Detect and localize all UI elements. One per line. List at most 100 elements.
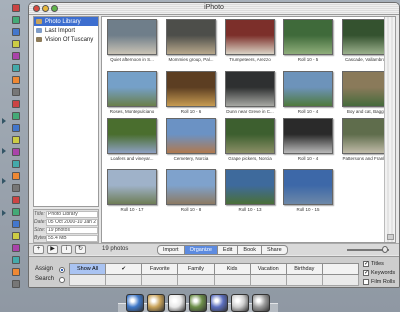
trash-icon[interactable] — [252, 294, 270, 312]
desktop-file-icon[interactable] — [12, 220, 20, 228]
vertical-scrollbar[interactable] — [384, 17, 395, 242]
keyword-button-blank[interactable] — [142, 275, 179, 286]
desktop-file-icon[interactable] — [12, 196, 20, 204]
keyword-button[interactable]: Birthday — [286, 263, 323, 275]
quicktime-icon[interactable] — [210, 294, 228, 312]
photo-image[interactable] — [107, 19, 157, 55]
zoom-slider-knob[interactable] — [382, 246, 388, 253]
photo-thumbnail[interactable]: Mommies group, Pal... — [166, 19, 216, 62]
photo-image[interactable] — [283, 118, 333, 154]
keyword-button[interactable]: Favorite — [142, 263, 179, 275]
keyword-button-blank[interactable] — [214, 275, 251, 286]
desktop-file-icon[interactable] — [12, 208, 20, 216]
desktop-file-icon[interactable] — [12, 112, 20, 120]
photo-image[interactable] — [166, 169, 216, 205]
photo-thumbnail[interactable]: Grape pickers, Norcia — [225, 118, 275, 161]
checkbox-keywords[interactable]: ✓ Keywords — [363, 268, 395, 277]
keyword-button-blank[interactable] — [322, 275, 359, 286]
photo-thumbnail[interactable]: Roll 10 - 6 — [166, 71, 216, 114]
disclosure-arrow-icon[interactable] — [2, 148, 6, 154]
keyword-button[interactable]: ✔ — [106, 263, 143, 275]
photo-thumbnail[interactable]: Trumpeteers, Arezzo — [225, 19, 275, 62]
slideshow-button[interactable]: ▶ — [47, 245, 58, 254]
keyword-button[interactable] — [322, 263, 359, 275]
photo-image[interactable] — [166, 118, 216, 154]
desktop-file-icon[interactable] — [12, 184, 20, 192]
photo-thumbnail[interactable]: Roll 10 - 4 — [283, 118, 333, 161]
add-album-button[interactable]: + — [33, 245, 44, 254]
desktop-file-icon[interactable] — [12, 28, 20, 36]
photo-image[interactable] — [225, 118, 275, 154]
album-photo-library[interactable]: Photo Library — [34, 17, 98, 26]
photo-thumbnail[interactable]: Dunn near Greve in C... — [225, 71, 275, 114]
desktop-file-icon[interactable] — [12, 16, 20, 24]
search-radio[interactable] — [59, 277, 65, 283]
checkbox-icon[interactable]: ✓ — [363, 260, 369, 267]
desktop-file-icon[interactable] — [12, 88, 20, 96]
album-last-import[interactable]: Last Import — [34, 26, 98, 35]
album-vision-of-tuscany[interactable]: Vision Of Tuscany — [34, 35, 98, 44]
desktop-file-icon[interactable] — [12, 64, 20, 72]
finder-icon[interactable] — [126, 294, 144, 312]
info-button[interactable]: i — [61, 245, 72, 254]
photo-thumbnail[interactable]: Loafers and vineyar... — [107, 118, 157, 161]
photo-image[interactable] — [225, 169, 275, 205]
photo-image[interactable] — [283, 169, 333, 205]
photo-thumbnail[interactable]: Roll 10 - 4 — [283, 71, 333, 114]
rotate-button[interactable]: ↻ — [75, 245, 86, 254]
desktop-file-icon[interactable] — [12, 124, 20, 132]
photo-thumbnail[interactable]: Roll 10 - 5 — [283, 19, 333, 62]
desktop-file-icon[interactable] — [12, 160, 20, 168]
info-title-field[interactable]: Photo Library — [46, 210, 98, 218]
desktop-file-icon[interactable] — [12, 40, 20, 48]
checkbox-icon[interactable] — [363, 278, 369, 285]
mode-import-button[interactable]: Import — [157, 245, 185, 255]
assign-radio[interactable] — [59, 267, 65, 273]
photo-image[interactable] — [166, 71, 216, 107]
photo-thumbnail[interactable]: Roll 10 - 8 — [166, 169, 216, 212]
desktop-file-icon[interactable] — [12, 256, 20, 264]
iphoto-icon[interactable] — [147, 294, 165, 312]
photo-thumbnail[interactable]: Roll 10 - 15 — [283, 169, 333, 212]
keyword-button[interactable]: Family — [178, 263, 215, 275]
zoom-slider[interactable] — [347, 246, 389, 253]
desktop-file-icon[interactable] — [12, 52, 20, 60]
photo-image[interactable] — [107, 71, 157, 107]
desktop-file-icon[interactable] — [12, 148, 20, 156]
desktop-file-icon[interactable] — [12, 76, 20, 84]
desktop-file-icon[interactable] — [12, 268, 20, 276]
desktop-file-icon[interactable] — [12, 232, 20, 240]
mode-book-button[interactable]: Book — [238, 245, 262, 255]
photo-thumbnail[interactable]: Roll 10 - 13 — [225, 169, 275, 212]
disclosure-arrow-icon[interactable] — [2, 178, 6, 184]
desktop-file-icon[interactable] — [12, 136, 20, 144]
mode-share-button[interactable]: Share — [261, 245, 288, 255]
keyword-button-blank[interactable] — [106, 275, 143, 286]
photo-image[interactable] — [107, 118, 157, 154]
keyword-button-blank[interactable] — [69, 275, 107, 286]
keyword-button-blank[interactable] — [178, 275, 215, 286]
mode-organize-button[interactable]: Organize — [184, 245, 218, 255]
title-bar[interactable]: iPhoto — [29, 3, 399, 15]
keyword-button[interactable]: Kids — [214, 263, 251, 275]
photo-image[interactable] — [166, 19, 216, 55]
photo-image[interactable] — [283, 19, 333, 55]
disclosure-arrow-icon[interactable] — [2, 118, 6, 124]
checkbox-film-rolls[interactable]: Film Rolls — [363, 277, 395, 286]
photo-thumbnail[interactable]: Roll 10 - 17 — [107, 169, 157, 212]
keyword-button-blank[interactable] — [286, 275, 323, 286]
info-date-field[interactable]: 05 Oct 2000-10 Jan 2 — [46, 218, 98, 226]
keyword-button[interactable]: Show All — [69, 263, 107, 275]
desktop-file-icon[interactable] — [12, 4, 20, 12]
keyword-button[interactable]: Vacation — [250, 263, 287, 275]
photo-thumbnail[interactable]: Cemetery, Norcia — [166, 118, 216, 161]
desktop-file-icon[interactable] — [12, 172, 20, 180]
mail-icon[interactable] — [231, 294, 249, 312]
desktop-file-icon[interactable] — [12, 100, 20, 108]
desktop-file-icon[interactable] — [12, 280, 20, 288]
photo-thumbnail[interactable]: Roses, Montepulciano — [107, 71, 157, 114]
desktop-file-icon[interactable] — [12, 244, 20, 252]
photo-image[interactable] — [225, 71, 275, 107]
clock-icon[interactable] — [168, 294, 186, 312]
photo-image[interactable] — [225, 19, 275, 55]
